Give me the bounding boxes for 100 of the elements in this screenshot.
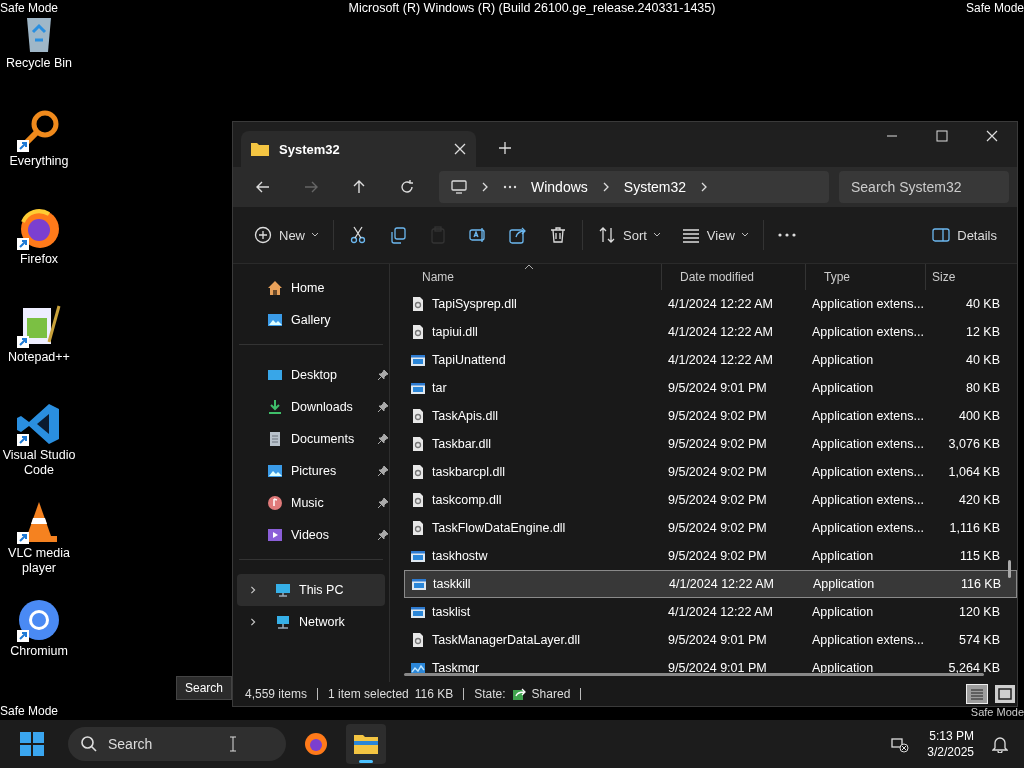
desktop-icon-label[interactable]: Firefox xyxy=(1,252,77,267)
sidebar-item[interactable]: Downloads xyxy=(233,391,389,423)
caret-icon xyxy=(740,232,749,238)
file-row[interactable]: TaskManagerDataLayer.dll 9/5/2024 9:01 PM Application extens... 574 KB xyxy=(404,626,1017,654)
chevron-icon[interactable] xyxy=(481,182,489,192)
type-cell-text: Application xyxy=(811,661,875,675)
desktop-icon-label[interactable]: Notepad++ xyxy=(1,350,77,365)
arrow-icon xyxy=(351,179,367,195)
details-button[interactable]: Details xyxy=(921,217,1007,253)
tooltip: Search xyxy=(176,676,233,700)
new-tab-icon[interactable] xyxy=(498,141,512,155)
file-row[interactable]: taskbarcpl.dll 9/5/2024 9:02 PM Application extens... 1,064 KB xyxy=(404,458,1017,486)
chevron-icon[interactable] xyxy=(700,182,709,192)
pin-icon[interactable] xyxy=(377,497,389,509)
date-cell-text: 9/5/2024 9:01 PM xyxy=(667,661,768,675)
bell-icon[interactable] xyxy=(992,735,1008,753)
pin-icon[interactable] xyxy=(377,369,389,381)
file-row[interactable]: tasklist 4/1/2024 12:22 AM Application 120 KB xyxy=(404,598,1017,626)
type-cell-text: Application extens... xyxy=(811,325,925,339)
sort-caret-icon[interactable] xyxy=(524,264,534,270)
file-row[interactable]: Taskbar.dll 9/5/2024 9:02 PM Application extens... 3,076 KB xyxy=(404,430,1017,458)
square-icon xyxy=(998,688,1012,700)
type-cell-text: Application xyxy=(811,549,875,563)
desktop-icon-label[interactable]: Chromium xyxy=(1,644,77,659)
date-cell-text: 9/5/2024 9:01 PM xyxy=(667,381,768,395)
maximize-icon[interactable] xyxy=(936,130,948,142)
desktop-icon-label[interactable]: Recycle Bin xyxy=(1,56,77,71)
date-cell-text: 9/5/2024 9:02 PM xyxy=(667,549,768,563)
safe-mode-label: Safe Mode xyxy=(0,0,59,16)
date-cell-text: 9/5/2024 9:01 PM xyxy=(667,633,768,647)
clock[interactable]: 5:13 PM 3/2/2025 xyxy=(927,728,974,760)
file-row[interactable]: TapiSysprep.dll 4/1/2024 12:22 AM Application extens... 40 KB xyxy=(404,290,1017,318)
more-icon[interactable] xyxy=(503,185,517,189)
video-icon xyxy=(267,527,283,543)
network-off-icon[interactable] xyxy=(891,735,910,753)
pin-icon[interactable] xyxy=(377,401,389,413)
file-row[interactable]: TaskFlowDataEngine.dll 9/5/2024 9:02 PM Application extens... 1,116 KB xyxy=(404,514,1017,542)
scrollbar-thumb[interactable] xyxy=(404,673,984,676)
sidebar-item[interactable]: Music xyxy=(233,487,389,519)
arrow-icon xyxy=(255,179,271,195)
pin-icon[interactable] xyxy=(377,433,389,445)
sidebar-item[interactable]: Gallery xyxy=(233,304,389,336)
file-row[interactable]: Taskmgr 9/5/2024 9:01 PM Application 5,264 KB xyxy=(404,654,1017,682)
tiles-view-button[interactable] xyxy=(995,685,1015,703)
document-icon xyxy=(267,431,283,447)
breadcrumb-item[interactable]: Windows xyxy=(531,179,588,195)
refresh-icon xyxy=(399,179,415,195)
close-icon[interactable] xyxy=(454,143,466,155)
search-field[interactable]: Search System32 xyxy=(839,171,1009,203)
monitor-icon xyxy=(451,180,467,194)
file-row[interactable]: taskkill 4/1/2024 12:22 AM Application 116 KB xyxy=(404,570,1017,598)
desktop-icon-label[interactable]: Everything xyxy=(1,154,77,169)
scrollbar-thumb[interactable] xyxy=(1008,560,1011,578)
sidebar-item[interactable]: Documents xyxy=(233,423,389,455)
column-header[interactable]: Size xyxy=(926,264,1014,290)
chevron-icon[interactable] xyxy=(249,585,257,595)
file-row[interactable]: TaskApis.dll 9/5/2024 9:02 PM Application extens... 400 KB xyxy=(404,402,1017,430)
column-header[interactable]: Name xyxy=(404,264,662,290)
sidebar-item[interactable]: Desktop xyxy=(233,359,389,391)
address-bar[interactable]: Windows System32 xyxy=(439,171,829,203)
file-row[interactable]: taskcomp.dll 9/5/2024 9:02 PM Application extens... 420 KB xyxy=(404,486,1017,514)
sort-button[interactable]: Sort xyxy=(587,217,671,253)
network-icon xyxy=(275,614,291,630)
file-row[interactable]: TapiUnattend 4/1/2024 12:22 AM Application 40 KB xyxy=(404,346,1017,374)
desktop-icon xyxy=(267,367,283,383)
caret-icon xyxy=(311,232,319,238)
pin-icon[interactable] xyxy=(377,529,389,541)
type-cell-text: Application extens... xyxy=(811,521,925,535)
sidebar-item[interactable]: Pictures xyxy=(233,455,389,487)
chevron-icon[interactable] xyxy=(249,617,257,627)
start-icon[interactable] xyxy=(20,732,44,756)
sidebar-item[interactable]: Network xyxy=(237,606,385,638)
file-row[interactable]: tapiui.dll 4/1/2024 12:22 AM Application extens... 12 KB xyxy=(404,318,1017,346)
desktop-icon-label[interactable]: VLC media player xyxy=(1,546,77,576)
breadcrumb-item[interactable]: System32 xyxy=(623,179,687,195)
desktop-icon-label[interactable]: Visual Studio Code xyxy=(1,448,77,478)
sidebar-item[interactable]: Videos xyxy=(233,519,389,551)
sidebar-item[interactable]: Home xyxy=(233,272,389,304)
date-cell-text: 9/5/2024 9:02 PM xyxy=(667,521,768,535)
date-cell-text: 9/5/2024 9:02 PM xyxy=(667,493,768,507)
folder-tab[interactable]: System32 xyxy=(241,131,476,167)
view-button[interactable]: View xyxy=(670,217,759,253)
chevron-icon[interactable] xyxy=(601,182,610,192)
file-row[interactable]: tar 9/5/2024 9:01 PM Application 80 KB xyxy=(404,374,1017,402)
taskbar-search-field[interactable]: Search xyxy=(68,727,286,761)
sidebar-item[interactable]: This PC xyxy=(237,574,385,606)
selection-size: 116 KB xyxy=(414,687,454,701)
pin-icon[interactable] xyxy=(377,465,389,477)
type-cell-text: Application xyxy=(811,605,875,619)
app-window-icon xyxy=(411,576,427,592)
file-name: taskcomp.dll xyxy=(432,493,502,507)
folder-taskbar-button[interactable] xyxy=(346,724,386,764)
size-cell-text: 80 KB xyxy=(964,381,1001,395)
column-header[interactable]: Date modified xyxy=(662,264,806,290)
file-row[interactable]: taskhostw 9/5/2024 9:02 PM Application 115 KB xyxy=(404,542,1017,570)
type-cell-text: Application extens... xyxy=(811,437,925,451)
close-icon[interactable] xyxy=(986,130,998,142)
new-button[interactable]: New xyxy=(243,217,329,253)
file-gear-icon xyxy=(410,520,426,536)
column-header[interactable]: Type xyxy=(806,264,926,290)
